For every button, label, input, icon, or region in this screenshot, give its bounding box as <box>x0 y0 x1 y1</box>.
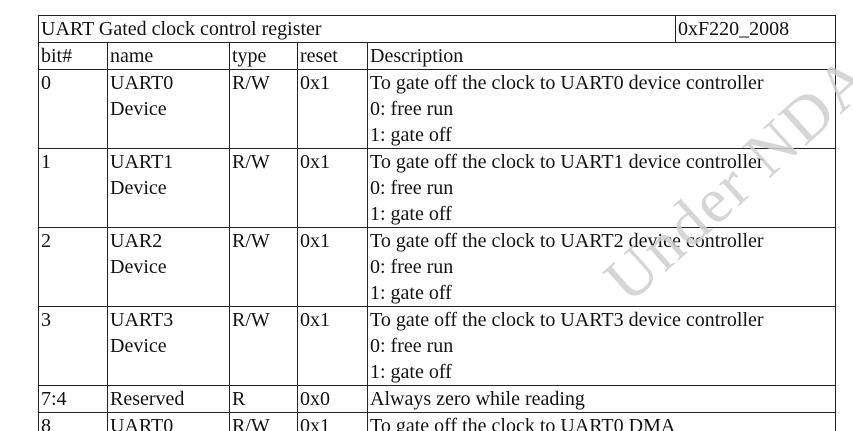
header-type: type <box>229 42 298 70</box>
cell-description: To gate off the clock to UART0 device co… <box>366 69 837 149</box>
table-row: 2 UAR2 Device R/W 0x1 To gate off the clo… <box>38 227 837 307</box>
register-title-row: UART Gated clock control register 0xF220… <box>37 15 837 43</box>
desc-line: 1: gate off <box>370 361 452 383</box>
cell-type: R/W <box>229 148 298 228</box>
desc-line: 1: gate off <box>370 124 452 146</box>
cell-description: To gate off the clock to UART2 device co… <box>366 227 837 307</box>
cell-type: R/W <box>229 227 298 307</box>
desc-line: 1: gate off <box>370 282 452 304</box>
header-reset: reset <box>297 42 368 70</box>
header-name: name <box>107 42 230 70</box>
cell-name: UART0 Device <box>107 69 230 149</box>
name-line: UAR2 <box>110 230 163 252</box>
name-line: UART0 <box>110 72 174 94</box>
cell-reset: 0x1 <box>297 227 368 307</box>
table-row: 3 UART3 Device R/W 0x1 To gate off the cl… <box>38 306 837 386</box>
cell-type: R/W <box>229 69 298 149</box>
desc-line: To gate off the clock to UART1 device co… <box>370 151 764 173</box>
register-title: UART Gated clock control register <box>37 15 677 43</box>
register-table: UART Gated clock control register 0xF220… <box>37 15 837 431</box>
cell-bit: 1 <box>38 148 108 228</box>
register-address: 0xF220_2008 <box>675 15 837 43</box>
cell-bit: 8 <box>38 412 108 431</box>
desc-line: To gate off the clock to UART3 device co… <box>370 309 764 331</box>
desc-line: 0: free run <box>370 256 454 278</box>
name-line: Device <box>110 335 167 357</box>
cell-type: R/W <box>229 412 298 431</box>
desc-line: 0: free run <box>370 98 454 120</box>
table-row: 1 UART1 Device R/W 0x1 To gate off the cl… <box>38 148 837 228</box>
cell-bit: 0 <box>38 69 108 149</box>
document-page: UART Gated clock control register 0xF220… <box>0 0 853 431</box>
header-description: Description <box>366 42 837 70</box>
header-row: bit# name type reset Description <box>38 42 837 70</box>
cell-name: UART1 Device <box>107 148 230 228</box>
desc-line: 0: free run <box>370 335 454 357</box>
desc-line: To gate off the clock to UART0 device co… <box>370 72 764 94</box>
cell-description: To gate off the clock to UART3 device co… <box>366 306 837 386</box>
table-row: 8 UART0 R/W 0x1 To gate off the clock to… <box>38 412 837 431</box>
desc-line: 0: free run <box>370 177 454 199</box>
name-line: Device <box>110 177 167 199</box>
cell-reset: 0x1 <box>297 148 368 228</box>
cell-bit: 7:4 <box>38 385 108 413</box>
name-line: UART1 <box>110 151 174 173</box>
cell-name: Reserved <box>107 385 230 413</box>
cell-description: To gate off the clock to UART0 DMA <box>366 412 837 431</box>
cell-bit: 3 <box>38 306 108 386</box>
cell-type: R/W <box>229 306 298 386</box>
cell-name: UAR2 Device <box>107 227 230 307</box>
table-row: 7:4 Reserved R 0x0 Always zero while rea… <box>38 385 837 413</box>
cell-reset: 0x1 <box>297 306 368 386</box>
header-bit: bit# <box>38 42 108 70</box>
cell-name: UART0 <box>107 412 230 431</box>
name-line: Device <box>110 98 167 120</box>
cell-reset: 0x1 <box>297 69 368 149</box>
name-line: UART3 <box>110 309 174 331</box>
desc-line: 1: gate off <box>370 203 452 225</box>
cell-name: UART3 Device <box>107 306 230 386</box>
name-line: Device <box>110 256 167 278</box>
cell-bit: 2 <box>38 227 108 307</box>
cell-description: To gate off the clock to UART1 device co… <box>366 148 837 228</box>
cell-reset: 0x0 <box>297 385 368 413</box>
cell-reset: 0x1 <box>297 412 368 431</box>
table-row: 0 UART0 Device R/W 0x1 To gate off the cl… <box>38 69 837 149</box>
cell-type: R <box>229 385 298 413</box>
desc-line: To gate off the clock to UART2 device co… <box>370 230 764 252</box>
cell-description: Always zero while reading <box>366 385 837 413</box>
